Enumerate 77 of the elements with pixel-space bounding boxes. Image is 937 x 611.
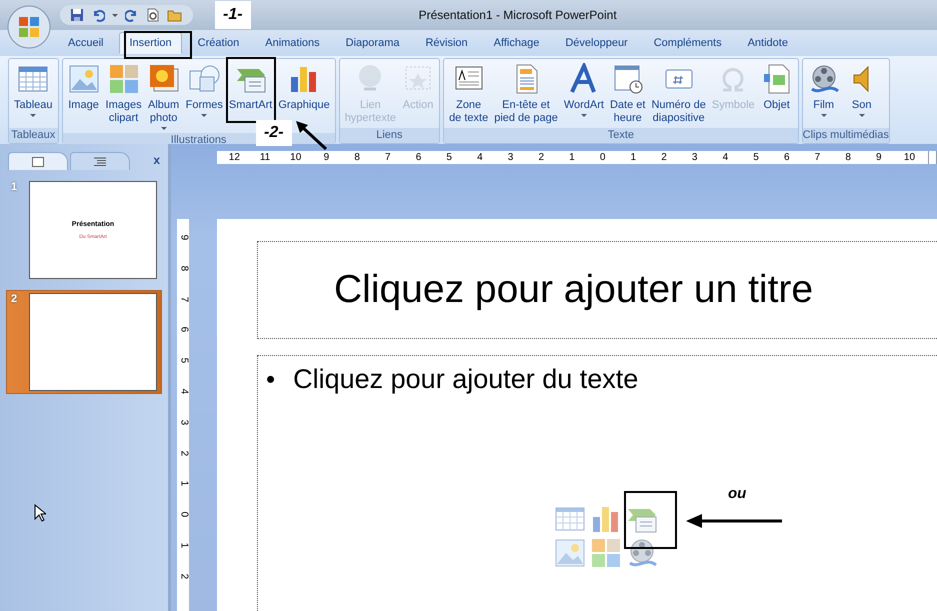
annotation-label: -2- <box>256 120 292 146</box>
bullet: • <box>266 364 276 395</box>
ribbon-tab[interactable]: Diaporama <box>336 32 410 54</box>
ribbon-tab[interactable]: Accueil <box>58 32 114 54</box>
caret-icon <box>201 114 208 118</box>
picture-icon <box>68 63 100 95</box>
ruler-number: 1 <box>177 480 190 489</box>
ruler-number: 1 <box>177 542 190 550</box>
window-title: Présentation1 - Microsoft PowerPoint <box>418 8 617 22</box>
ruler-number: 0 <box>177 510 190 520</box>
outline-icon <box>94 156 106 166</box>
print-preview-icon[interactable] <box>146 8 160 22</box>
ribbon-button[interactable]: Formes <box>182 61 226 120</box>
ribbon-button[interactable]: En-tête et pied de page <box>491 61 561 127</box>
caret-icon <box>858 114 865 118</box>
caret-icon <box>580 114 587 118</box>
ruler-number: 8 <box>177 264 190 273</box>
caret-icon <box>30 114 36 118</box>
ribbon-tab[interactable]: Création <box>188 32 250 54</box>
ruler-number: 2 <box>177 449 190 458</box>
ruler-number: 3 <box>177 418 190 427</box>
slide-icon <box>32 156 44 166</box>
ribbon-button[interactable]: Son <box>842 61 881 120</box>
slide-thumbnail[interactable] <box>29 293 157 391</box>
annotation-box <box>624 491 677 549</box>
clipart-icon <box>108 63 140 95</box>
ribbon-tab[interactable]: Animations <box>255 32 330 54</box>
annotation-box <box>124 31 192 59</box>
close-button[interactable]: x <box>149 153 164 170</box>
calendar-icon <box>612 63 644 95</box>
annotation-label: ou <box>728 485 746 502</box>
slides-tab[interactable] <box>8 152 68 170</box>
ribbon-button[interactable]: Numéro de diapositive <box>648 61 709 127</box>
outline-tab[interactable] <box>70 152 130 170</box>
ribbon-button[interactable]: Film <box>804 61 843 120</box>
ruler-number: 9 <box>177 234 190 242</box>
ruler-number: 7 <box>177 295 190 304</box>
ribbon-button[interactable]: Date et heure <box>606 61 648 127</box>
ribbon-button[interactable]: Album photo <box>144 61 183 133</box>
insert-clipart-icon[interactable] <box>590 537 622 569</box>
insert-media-icon[interactable] <box>626 537 658 569</box>
caret-icon <box>820 114 827 118</box>
callout-arrow <box>294 119 328 151</box>
annotation-label: -1- <box>215 1 251 29</box>
ribbon-tab[interactable]: Insertion <box>119 32 182 54</box>
ribbon-button[interactable]: Tableau <box>11 61 56 120</box>
undo-icon[interactable] <box>91 8 105 22</box>
redo-icon[interactable] <box>125 8 139 22</box>
group-label: Liens <box>340 128 440 143</box>
ruler-number: 4 <box>177 388 190 396</box>
ribbon-button[interactable]: Objet <box>758 61 796 114</box>
group-label: Clips multimédias <box>802 128 889 143</box>
title-placeholder[interactable]: Cliquez pour ajouter un titre <box>257 241 937 339</box>
ribbon-button[interactable]: Zone de texte <box>446 61 492 127</box>
cursor-icon <box>34 504 46 522</box>
title-placeholder-text: Cliquez pour ajouter un titre <box>334 268 814 312</box>
caret-icon <box>160 127 167 131</box>
ribbon-button[interactable]: Graphique <box>275 61 333 114</box>
slide-number: 2 <box>11 293 18 307</box>
ruler-number: 6 <box>177 326 190 335</box>
content-placeholder-text: Cliquez pour ajouter du texte <box>293 364 638 395</box>
folder-icon[interactable] <box>167 8 183 22</box>
ribbon-tab[interactable]: Révision <box>415 32 478 54</box>
slide-number: 1 <box>11 181 18 195</box>
ruler-number: 2 <box>177 572 190 581</box>
group-label: Texte <box>444 128 798 143</box>
group-label: Tableaux <box>9 128 58 143</box>
ribbon-tab[interactable]: Antidote <box>738 32 798 54</box>
ribbon-button[interactable]: Images clipart <box>102 61 145 127</box>
ribbon-tab[interactable]: Compléments <box>644 32 732 54</box>
save-icon[interactable] <box>70 8 84 22</box>
ribbon-tab[interactable]: Développeur <box>555 32 638 54</box>
ruler-number: 5 <box>177 356 190 366</box>
ribbon-button[interactable]: SmartArt <box>226 61 276 114</box>
ribbon-tab[interactable]: Affichage <box>484 32 550 54</box>
ribbon-button[interactable]: Image <box>64 61 103 114</box>
ribbon-button[interactable]: WordArt <box>560 61 607 120</box>
